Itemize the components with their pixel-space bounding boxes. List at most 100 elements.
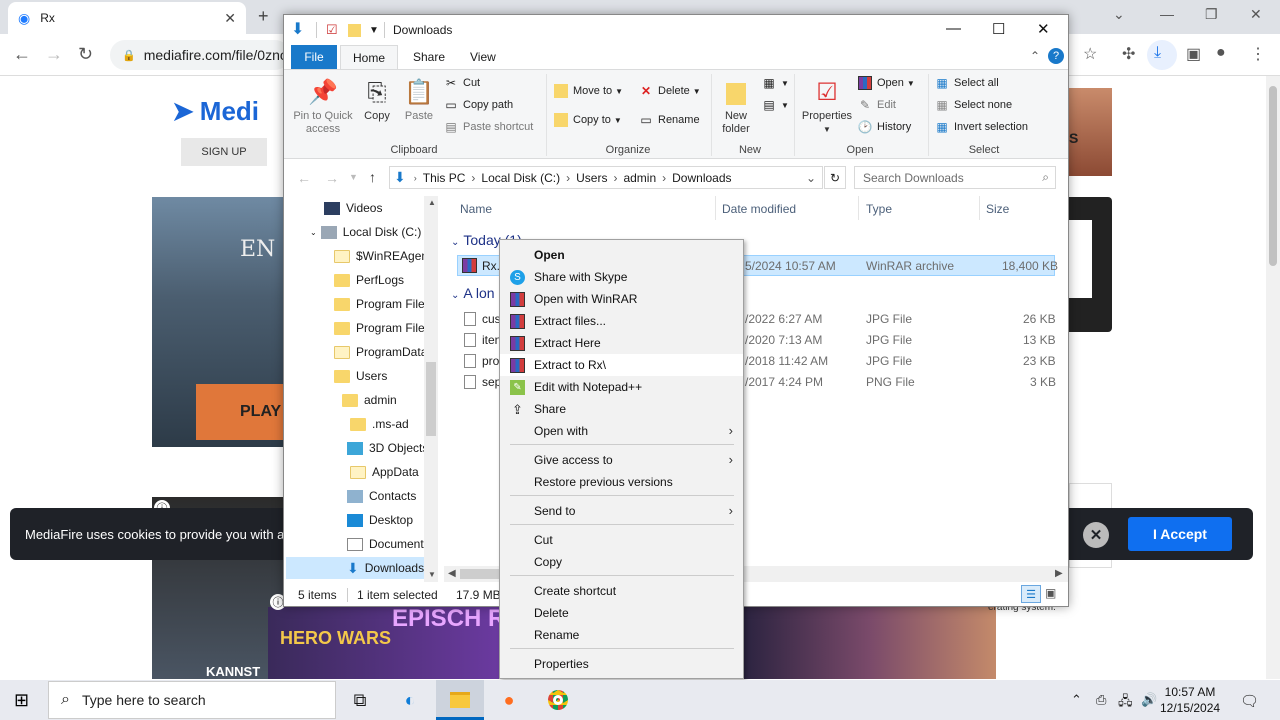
scroll-down-icon[interactable]: ▼	[428, 570, 436, 579]
history-button[interactable]: 🕑 History	[858, 120, 912, 134]
menu-item-edit-notepad[interactable]: ✎ Edit with Notepad++	[500, 376, 743, 398]
close-browser-button[interactable]: ✕	[1250, 6, 1262, 23]
open-button[interactable]: Open ▼	[858, 76, 915, 90]
show-hidden-icons-icon[interactable]: ⌃	[1071, 692, 1082, 708]
copy-to-button[interactable]: Copy to ▼	[554, 113, 622, 127]
forward-icon[interactable]: →	[45, 44, 63, 65]
address-bar[interactable]: 🔒 mediafire.com/file/0zno	[110, 40, 290, 70]
close-icon[interactable]: ✕	[1037, 20, 1050, 38]
easy-access-button[interactable]: ▤ ▼	[762, 98, 789, 112]
chrome-icon[interactable]	[546, 688, 570, 712]
windows-start-icon[interactable]: ⊞	[14, 690, 29, 711]
nav-scrollbar[interactable]	[424, 196, 438, 582]
bookmark-star-icon[interactable]: ☆	[1083, 44, 1097, 64]
menu-item-rename[interactable]: Rename	[500, 624, 743, 646]
large-icons-view-icon[interactable]: ▣	[1045, 586, 1056, 600]
copy-path-button[interactable]: ▭ Copy path	[444, 98, 513, 112]
menu-item-open-winrar[interactable]: Open with WinRAR	[500, 288, 743, 310]
nav-item-program-files-x86[interactable]: Program Files	[334, 317, 431, 339]
taskbar-search-box[interactable]: ⌕ Type here to search	[48, 681, 336, 719]
move-to-button[interactable]: Move to ▼	[554, 84, 623, 98]
column-size[interactable]: Size	[986, 202, 1009, 216]
tab-share[interactable]: Share	[413, 50, 445, 64]
minimize-browser-button[interactable]: —	[1160, 6, 1174, 22]
close-tab-icon[interactable]: ✕	[224, 10, 236, 27]
file-name[interactable]: pro	[482, 354, 499, 368]
reload-icon[interactable]: ↻	[78, 44, 93, 65]
nav-item-admin[interactable]: admin	[342, 389, 397, 411]
column-name[interactable]: Name	[460, 202, 492, 216]
search-downloads-input[interactable]: Search Downloads ⌕	[854, 166, 1056, 189]
play-button[interactable]: PLAY	[196, 384, 283, 440]
new-folder-qa-icon[interactable]	[348, 24, 361, 37]
collapse-ribbon-icon[interactable]: ⌃	[1030, 49, 1040, 63]
breadcrumb-downloads[interactable]: Downloads	[672, 171, 731, 185]
edge-icon[interactable]: ◐	[398, 688, 422, 712]
pin-quick-access-button[interactable]: 📌 Pin to Quick access	[290, 76, 356, 136]
menu-item-extract-to[interactable]: Extract to Rx\	[500, 354, 743, 376]
up-icon[interactable]: ↑	[369, 169, 376, 185]
signup-button[interactable]: SIGN UP	[181, 138, 267, 166]
firefox-icon[interactable]: ●	[497, 688, 521, 712]
mediafire-logo[interactable]: ➤ Medi	[172, 96, 259, 127]
nav-item-appdata[interactable]: AppData	[350, 461, 419, 483]
properties-button[interactable]: ☑ Properties ▼	[799, 76, 855, 136]
menu-item-extract-here[interactable]: Extract Here	[500, 332, 743, 354]
menu-item-give-access[interactable]: Give access to ›	[500, 449, 743, 471]
profile-icon[interactable]: ●	[1216, 44, 1226, 62]
nav-item-programdata[interactable]: ProgramData	[334, 341, 427, 363]
column-date[interactable]: Date modified	[722, 202, 796, 216]
menu-item-open-with[interactable]: Open with ›	[500, 420, 743, 442]
customize-qa-icon[interactable]: ▼	[369, 25, 379, 36]
menu-item-share-skype[interactable]: S Share with Skype	[500, 266, 743, 288]
recent-locations-icon[interactable]: ▼	[349, 172, 358, 182]
nav-item-3d-objects[interactable]: 3D Objects	[347, 437, 428, 459]
tab-file[interactable]: File	[291, 45, 337, 69]
nav-item-ms-ad[interactable]: .ms-ad	[350, 413, 409, 435]
side-panel-icon[interactable]: ▣	[1186, 44, 1201, 64]
nav-item-winreagent[interactable]: $WinREAgent	[334, 245, 431, 267]
refresh-icon[interactable]: ↻	[824, 166, 846, 189]
nav-item-local-disk[interactable]: ⌄ Local Disk (C:)	[310, 221, 421, 243]
network-icon[interactable]: 🖧	[1118, 692, 1133, 714]
device-icon[interactable]: ⎙	[1096, 692, 1106, 708]
scroll-up-icon[interactable]: ▲	[428, 198, 436, 207]
menu-item-open[interactable]: Open	[500, 244, 743, 266]
column-type[interactable]: Type	[866, 202, 892, 216]
new-folder-button[interactable]: New folder	[716, 76, 756, 136]
paste-button[interactable]: 📋 Paste	[402, 76, 436, 123]
page-scrollbar-thumb[interactable]	[1269, 86, 1277, 266]
page-scrollbar[interactable]	[1266, 76, 1280, 679]
notifications-icon[interactable]: 🗨	[1240, 692, 1259, 710]
horizontal-scrollbar-thumb[interactable]	[460, 569, 500, 579]
properties-qa-icon[interactable]: ☑	[326, 22, 338, 38]
nav-item-contacts[interactable]: Contacts	[347, 485, 416, 507]
details-view-icon[interactable]: ☰	[1021, 585, 1041, 603]
menu-item-restore-versions[interactable]: Restore previous versions	[500, 471, 743, 493]
breadcrumb-local-disk[interactable]: Local Disk (C:)	[481, 171, 560, 185]
invert-selection-button[interactable]: ▦ Invert selection	[935, 120, 1028, 134]
volume-icon[interactable]: 🔊	[1141, 692, 1157, 708]
menu-item-extract-files[interactable]: Extract files...	[500, 310, 743, 332]
back-icon[interactable]: ←	[13, 44, 31, 65]
scroll-right-icon[interactable]: ▶	[1055, 568, 1063, 579]
help-icon[interactable]: ?	[1048, 48, 1064, 64]
forward-icon[interactable]: →	[325, 170, 339, 186]
nav-item-videos[interactable]: Videos	[324, 197, 382, 219]
file-explorer-icon[interactable]	[448, 688, 472, 712]
explorer-address-bar[interactable]: ⬇ › This PC › Local Disk (C:) › Users › …	[389, 166, 823, 189]
fantasy-ad[interactable]	[743, 607, 996, 679]
restore-browser-button[interactable]: ❐	[1205, 6, 1218, 23]
column-separator[interactable]	[715, 196, 716, 220]
menu-item-cut[interactable]: Cut	[500, 529, 743, 551]
cookie-close-icon[interactable]: ✕	[1083, 522, 1109, 548]
tab-view[interactable]: View	[470, 50, 496, 64]
nav-item-users[interactable]: Users	[334, 365, 387, 387]
cookie-accept-button[interactable]: I Accept	[1128, 517, 1232, 551]
select-none-button[interactable]: ▦ Select none	[935, 98, 1012, 112]
edit-button[interactable]: ✎ Edit	[858, 98, 896, 112]
breadcrumb-this-pc[interactable]: This PC	[423, 171, 466, 185]
breadcrumb-users[interactable]: Users	[576, 171, 607, 185]
group-long-ago[interactable]: ⌄ A lon	[451, 285, 495, 301]
paste-shortcut-button[interactable]: ▤ Paste shortcut	[444, 120, 533, 134]
